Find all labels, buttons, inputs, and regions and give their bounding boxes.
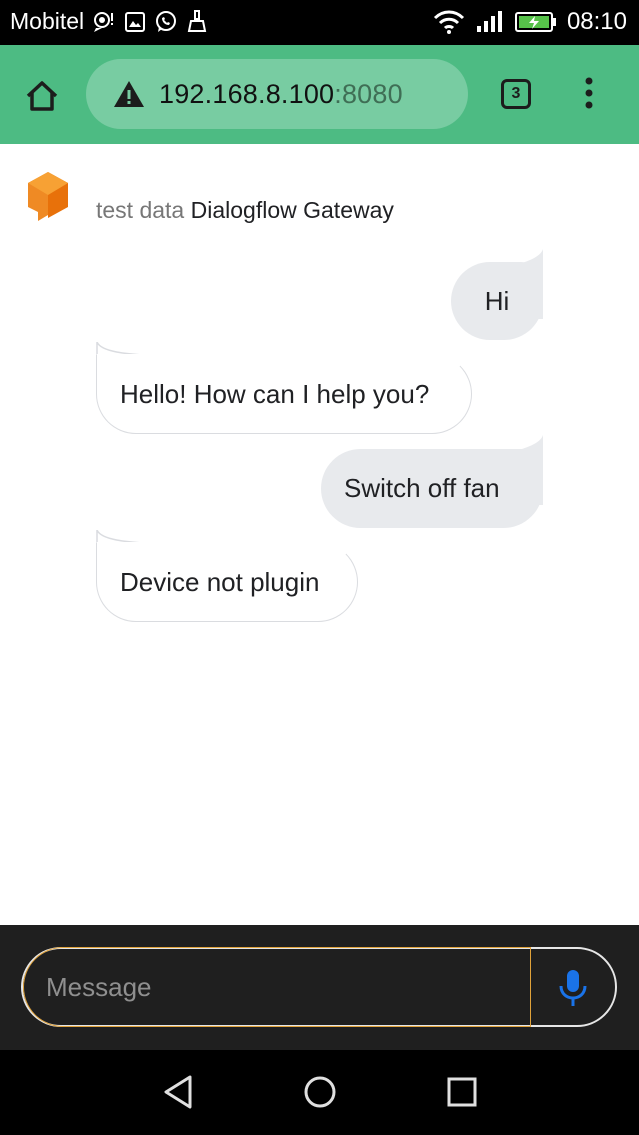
url-host: 192.168.8.100 xyxy=(159,78,335,109)
url-port: :8080 xyxy=(334,78,403,109)
chat-title: test data Dialogflow Gateway xyxy=(96,197,394,224)
message-input[interactable] xyxy=(23,947,531,1027)
home-icon[interactable] xyxy=(22,76,62,116)
message-bubble-user: Hi xyxy=(451,262,543,340)
dialogflow-logo-icon xyxy=(26,171,70,221)
message-text: Device not plugin xyxy=(120,566,320,597)
battery-charging-icon xyxy=(514,11,557,33)
notification-icon xyxy=(92,10,116,34)
chat-title-name: Dialogflow Gateway xyxy=(190,197,394,223)
clean-icon xyxy=(186,9,208,34)
microphone-icon[interactable] xyxy=(556,968,590,1008)
tab-count: 3 xyxy=(511,85,521,102)
status-bar: Mobitel 08:10 xyxy=(0,0,639,45)
wifi-icon xyxy=(433,9,465,35)
message-text: Switch off fan xyxy=(344,473,500,503)
signal-icon xyxy=(475,10,505,34)
warning-icon[interactable] xyxy=(113,79,145,109)
message-bubble-bot: Hello! How can I help you? xyxy=(96,354,472,434)
message-text: Hi xyxy=(484,285,510,316)
gallery-icon xyxy=(124,11,146,33)
chat-title-prefix: test data xyxy=(96,197,185,223)
status-time: 08:10 xyxy=(566,8,627,35)
navigation-bar xyxy=(0,1050,639,1135)
browser-toolbar: 192.168.8.100:8080 3 xyxy=(0,45,639,144)
message-text: Hello! How can I help you? xyxy=(120,378,430,409)
home-circle-icon[interactable] xyxy=(300,1072,340,1112)
tabs-icon[interactable]: 3 xyxy=(501,79,531,109)
back-icon[interactable] xyxy=(158,1072,198,1112)
carrier-name: Mobitel xyxy=(10,8,85,34)
whatsapp-icon xyxy=(154,10,178,34)
recents-icon[interactable] xyxy=(442,1072,482,1112)
more-vert-icon[interactable] xyxy=(578,75,600,111)
message-bubble-bot: Device not plugin xyxy=(96,542,358,622)
address-bar[interactable]: 192.168.8.100:8080 xyxy=(86,59,468,129)
message-bubble-user: Switch off fan xyxy=(321,449,543,528)
url-text: 192.168.8.100:8080 xyxy=(159,79,403,110)
